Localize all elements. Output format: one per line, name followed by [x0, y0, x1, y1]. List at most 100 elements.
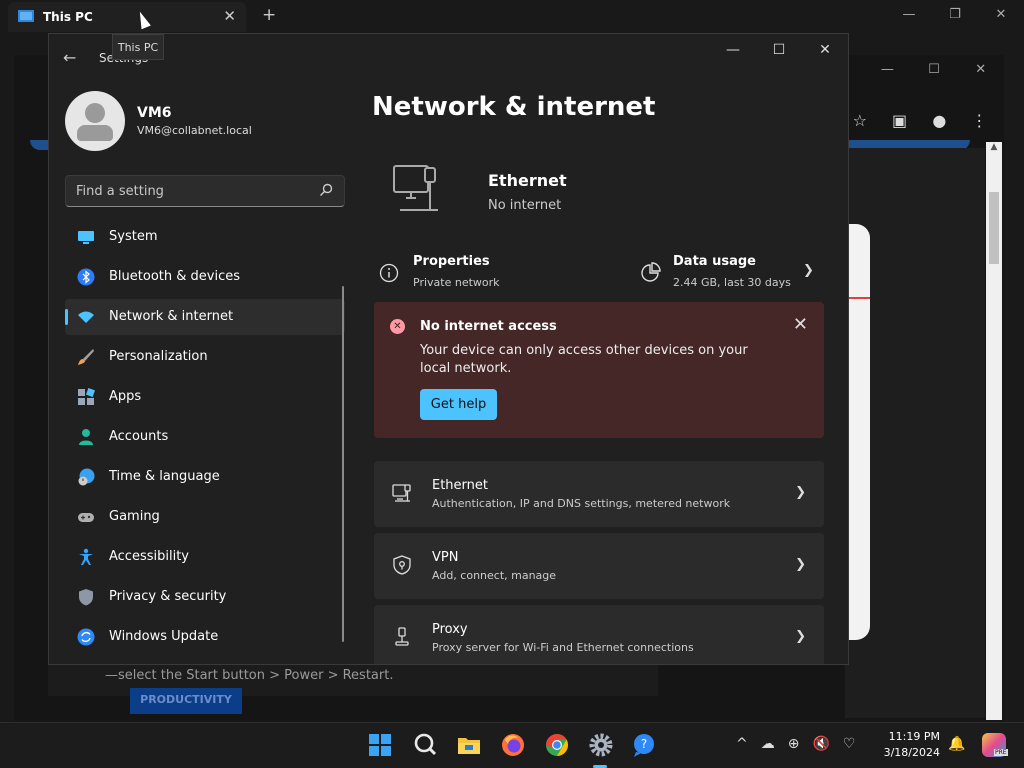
new-tab-button[interactable]: +: [262, 5, 276, 25]
browser-minimize-button[interactable]: —: [864, 62, 911, 82]
bluetooth-icon: [77, 268, 95, 286]
selected-indicator: [65, 309, 68, 325]
get-help-button[interactable]: Get help: [420, 389, 497, 420]
settings-minimize-button[interactable]: —: [710, 34, 756, 66]
sidebar-item-label: Windows Update: [109, 629, 219, 644]
page-title: Network & internet: [372, 92, 656, 122]
explorer-tab[interactable]: This PC ✕: [8, 2, 246, 32]
file-explorer-icon[interactable]: [456, 732, 482, 758]
properties-link[interactable]: Properties Private network: [379, 254, 619, 298]
settings-close-button[interactable]: ✕: [802, 34, 848, 66]
shield-icon: [79, 589, 93, 606]
sidebar-item-label: Bluetooth & devices: [109, 269, 240, 284]
ethernet-status: No internet: [488, 198, 562, 213]
vpn-row[interactable]: VPN Add, connect, manage ❯: [374, 533, 824, 599]
chrome-icon[interactable]: [544, 732, 570, 758]
search-icon[interactable]: [319, 183, 333, 197]
browser-window-controls: — ☐ ✕: [864, 62, 1004, 82]
sidebar-item-privacy-security[interactable]: Privacy & security: [65, 579, 345, 615]
taskbar: ? ^ ☁ ⊕ 🔇 ♡ 11:19 PM 3/18/2024 🔔 PRE: [0, 722, 1024, 768]
data-usage-icon: [641, 262, 661, 282]
sidebar-item-label: Accounts: [109, 429, 169, 444]
scrollbar-thumb[interactable]: [989, 192, 999, 264]
profile-icon[interactable]: ●: [932, 111, 946, 130]
firefox-icon[interactable]: [500, 732, 526, 758]
vpn-shield-icon: [393, 555, 411, 575]
start-windows-icon[interactable]: [367, 732, 393, 758]
properties-title: Properties: [413, 254, 490, 269]
get-help-icon[interactable]: ?: [632, 732, 658, 758]
avatar-head: [85, 103, 105, 123]
sidebar-item-apps[interactable]: Apps: [65, 379, 345, 415]
search-taskbar-icon[interactable]: [412, 732, 438, 758]
avatar-body: [77, 125, 113, 141]
sidebar-item-bluetooth-devices[interactable]: Bluetooth & devices: [65, 259, 345, 295]
sidebar-item-system[interactable]: System: [65, 219, 345, 255]
browser-menu-icon[interactable]: ⋮: [971, 111, 987, 130]
onedrive-icon[interactable]: ☁: [761, 736, 775, 752]
data-usage-subtitle: 2.44 GB, last 30 days: [673, 276, 791, 289]
tab-tooltip: This PC: [112, 34, 164, 60]
ethernet-large-icon: [393, 165, 438, 211]
ethernet-icon: [392, 484, 411, 502]
sidebar-item-network-internet[interactable]: Network & internet: [65, 299, 345, 335]
productivity-tag[interactable]: PRODUCTIVITY: [130, 688, 242, 714]
clock[interactable]: 11:19 PM 3/18/2024: [874, 729, 940, 761]
this-pc-icon: [18, 10, 34, 22]
explorer-minimize-button[interactable]: —: [886, 0, 932, 32]
user-name: VM6: [137, 105, 172, 121]
apps-icon: [78, 388, 95, 405]
chevron-right-icon: ❯: [795, 485, 806, 500]
page-card: [848, 224, 870, 640]
wifi-icon: [78, 311, 94, 323]
sidebar-item-accounts[interactable]: Accounts: [65, 419, 345, 455]
browser-maximize-button[interactable]: ☐: [911, 62, 958, 82]
browser-close-button[interactable]: ✕: [957, 62, 1004, 82]
sidebar-item-label: Time & language: [109, 469, 220, 484]
gamepad-icon: [78, 513, 94, 522]
alert-close-icon[interactable]: ✕: [793, 314, 808, 335]
no-internet-alert: ✕ No internet access Your device can onl…: [374, 302, 824, 438]
row-subtitle: Proxy server for Wi-Fi and Ethernet conn…: [432, 641, 694, 654]
tab-close-icon[interactable]: ✕: [223, 7, 236, 25]
side-panel-icon[interactable]: ▣: [892, 111, 907, 130]
sidebar-item-label: Accessibility: [109, 549, 189, 564]
scroll-up-icon[interactable]: ▲: [986, 142, 1002, 152]
data-usage-title: Data usage: [673, 254, 756, 269]
properties-subtitle: Private network: [413, 276, 500, 289]
bookmark-star-icon[interactable]: ☆: [853, 111, 867, 130]
error-icon: ✕: [390, 319, 405, 334]
browser-scrollbar[interactable]: ▲: [986, 142, 1002, 720]
settings-window-controls: — ☐ ✕: [710, 34, 848, 66]
find-setting-input[interactable]: [65, 175, 345, 207]
notification-bell-icon[interactable]: 🔔: [948, 736, 965, 752]
sidebar-item-gaming[interactable]: Gaming: [65, 499, 345, 535]
data-usage-link[interactable]: Data usage 2.44 GB, last 30 days ❯: [639, 254, 819, 298]
settings-gear-icon[interactable]: [588, 732, 614, 758]
sidebar-item-personalization[interactable]: Personalization: [65, 339, 345, 375]
sidebar-item-label: Network & internet: [109, 309, 234, 324]
sidebar-item-windows-update[interactable]: Windows Update: [65, 619, 345, 655]
nav-scrollbar[interactable]: [342, 286, 344, 642]
alert-body: Your device can only access other device…: [420, 343, 748, 376]
settings-maximize-button[interactable]: ☐: [756, 34, 802, 66]
info-icon: [379, 263, 399, 283]
user-avatar[interactable]: [65, 91, 125, 151]
sidebar-item-accessibility[interactable]: Accessibility: [65, 539, 345, 575]
volume-muted-icon[interactable]: 🔇: [812, 736, 829, 752]
network-globe-icon[interactable]: ⊕: [788, 736, 800, 752]
globe-clock-icon: [78, 468, 95, 486]
clock-time: 11:19 PM: [888, 730, 940, 743]
sidebar-item-label: System: [109, 229, 158, 244]
sidebar-item-time-language[interactable]: Time & language: [65, 459, 345, 495]
explorer-close-button[interactable]: ✕: [978, 0, 1024, 32]
browser-toolbar: ☆ ▣ ● ⋮: [840, 104, 1000, 136]
page-card-accent: [848, 297, 870, 299]
battery-icon[interactable]: ♡: [843, 736, 856, 752]
ethernet-row[interactable]: Ethernet Authentication, IP and DNS sett…: [374, 461, 824, 527]
back-arrow-icon[interactable]: ←: [63, 48, 76, 67]
alert-title: No internet access: [420, 319, 557, 334]
show-hidden-icons-icon[interactable]: ^: [736, 736, 748, 752]
explorer-maximize-button[interactable]: ❐: [932, 0, 978, 32]
proxy-row[interactable]: Proxy Proxy server for Wi-Fi and Etherne…: [374, 605, 824, 664]
